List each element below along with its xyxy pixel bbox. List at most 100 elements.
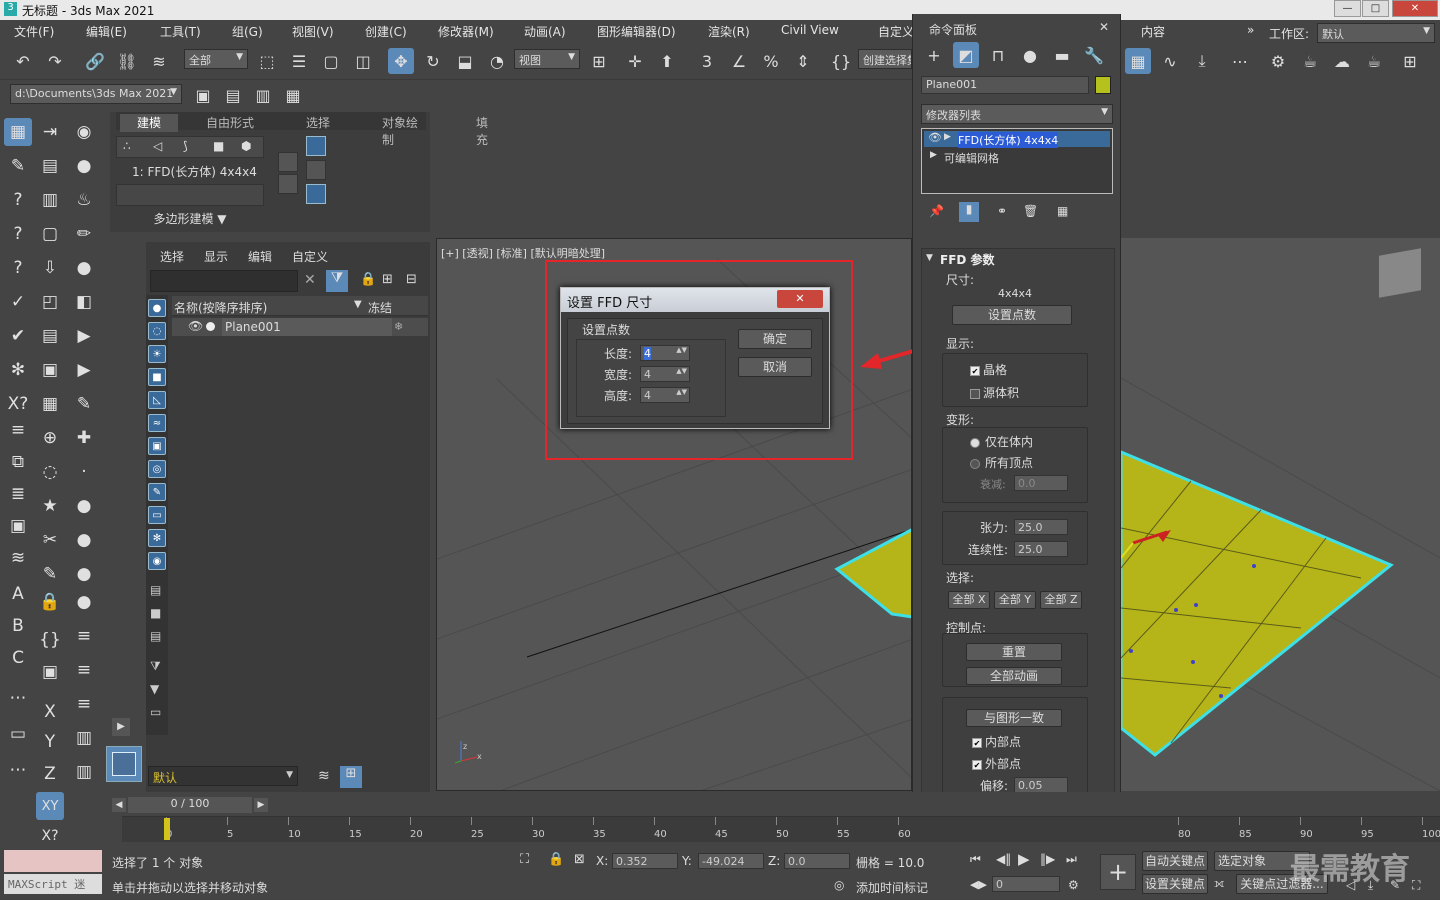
ribbon-icon-c[interactable]	[306, 136, 326, 156]
maxscript-listener[interactable]	[4, 850, 102, 872]
pin-stack-icon[interactable]: 📌	[929, 204, 944, 218]
filter-lights-icon[interactable]: ☀	[148, 345, 166, 363]
menu-modifiers[interactable]: 修改器(M)	[438, 23, 494, 40]
lattice-checkbox[interactable]: ✔ 晶格	[970, 361, 1007, 378]
time-next-icon[interactable]: ▶	[254, 798, 268, 812]
funnel-2-icon[interactable]: ▼	[150, 682, 159, 696]
time-ruler[interactable]: 05101520253035404550556080859095100	[122, 816, 1440, 842]
toolbar-icon-m[interactable]: ▦	[36, 390, 64, 418]
toolbar-icon-o[interactable]: ⊕	[36, 424, 64, 452]
menu-views[interactable]: 视图(V)	[292, 23, 334, 40]
length-input[interactable]: 4 ▲▼	[640, 345, 690, 361]
menu-tools[interactable]: 工具(T)	[160, 23, 201, 40]
viewport-nav-icon-c[interactable]: ✎	[1390, 878, 1400, 892]
stack-expand-icon[interactable]: ▶	[944, 132, 951, 142]
cancel-button[interactable]: 取消	[738, 357, 812, 377]
eye-icon[interactable]: 👁	[188, 319, 203, 333]
spinner-snap-icon[interactable]: ⇕	[790, 48, 816, 74]
menu-file[interactable]: 文件(F)	[14, 23, 54, 40]
filter-frozen-icon[interactable]: ✻	[148, 529, 166, 547]
redo-icon[interactable]: ↷	[42, 48, 68, 74]
text-c-icon[interactable]: C	[4, 644, 32, 672]
vertex-icon[interactable]: ∴	[123, 139, 131, 153]
chevron-right-icon[interactable]: »	[1247, 23, 1254, 37]
toolbar-icon-s[interactable]: ★	[36, 492, 64, 520]
layers-icon-se[interactable]: ⊟	[406, 272, 417, 287]
stack-eye-icon[interactable]: 👁	[928, 131, 942, 144]
project-new-icon[interactable]: ▥	[250, 82, 276, 108]
ribbon-icon-d[interactable]	[306, 160, 326, 180]
viewport-layout-icon[interactable]	[106, 746, 142, 782]
ribbon-tab-modeling[interactable]: 建模	[120, 114, 178, 132]
scene-explorer-icon[interactable]: ▦	[1125, 48, 1151, 74]
toolbar-icon-ab[interactable]: ≡	[70, 656, 98, 684]
help-icon[interactable]: ?	[4, 186, 32, 214]
height-input[interactable]: 4 ▲▼	[640, 387, 690, 403]
stack-expand-icon-2[interactable]: ▶	[930, 150, 937, 160]
toolbar-icon-h[interactable]: ◰	[36, 288, 64, 316]
poly-modeling-dropdown[interactable]: 多边形建模 ▼	[116, 210, 264, 228]
render-setup-icon[interactable]: ☕	[1297, 48, 1323, 74]
toolbar-icon-g[interactable]: ⇩	[36, 254, 64, 282]
braces-icon[interactable]: {}	[36, 626, 64, 654]
polygon-icon[interactable]: ■	[213, 139, 224, 153]
menu-rendering[interactable]: 渲染(R)	[708, 23, 750, 40]
toolbar-icon-y[interactable]: ●	[70, 588, 98, 616]
menu-graph-editors[interactable]: 图形编辑器(D)	[597, 23, 676, 40]
toolbar-icon-t[interactable]: ●	[70, 492, 98, 520]
layer-explorer-icon[interactable]: ≋	[318, 768, 330, 784]
play-icon[interactable]: ▶	[70, 322, 98, 350]
toolbar-icon-aa[interactable]: ▣	[36, 658, 64, 686]
filter-icon[interactable]: ⧩	[326, 270, 348, 292]
menu-animation[interactable]: 动画(A)	[524, 23, 566, 40]
rollout-collapse-icon[interactable]: ▼	[926, 253, 933, 263]
goto-start-icon[interactable]: ⏮	[970, 852, 981, 867]
toolbar-icon-l[interactable]: ▶	[70, 356, 98, 384]
width-input[interactable]: 4 ▲▼	[640, 366, 690, 382]
stack-item-mesh[interactable]: ▶ 可编辑网格	[924, 149, 1110, 165]
layer-dropdown[interactable]: 默认 ▼	[148, 766, 298, 786]
menu-civil-view[interactable]: Civil View	[781, 23, 839, 37]
menu-content[interactable]: 内容	[1141, 23, 1165, 40]
project-folder-icon[interactable]: ▣	[190, 82, 216, 108]
x-coordinate[interactable]: 0.352	[612, 853, 678, 869]
selection-filter-dropdown[interactable]: 全部 ▼	[184, 49, 248, 69]
key-filter-icon[interactable]: ⟗	[1214, 876, 1225, 891]
named-selection-dropdown[interactable]: 创建选择集	[858, 49, 912, 69]
toolbar-icon-a[interactable]: ⇥	[36, 118, 64, 146]
auto-key-button[interactable]: 自动关键点	[1142, 851, 1208, 871]
rendered-frame-icon[interactable]: ☁	[1329, 48, 1355, 74]
isolate-icon[interactable]: ⛶	[520, 852, 529, 867]
filter-containers-icon[interactable]: ▭	[148, 506, 166, 524]
axis-z-icon[interactable]: Z	[36, 760, 64, 788]
select-place-icon[interactable]: ◔	[484, 48, 510, 74]
unlink-icon[interactable]: ⛓	[114, 48, 140, 74]
link-icon[interactable]: 🔗	[82, 48, 108, 74]
perspective-viewport-right[interactable]	[1121, 238, 1440, 791]
maxscript-input[interactable]: MAXScript 迷	[4, 874, 102, 894]
select-all-y-button[interactable]: 全部 Y	[994, 591, 1036, 609]
prev-frame-icon[interactable]: ◀‖	[996, 852, 1011, 866]
next-frame-icon[interactable]: ‖▶	[1040, 852, 1055, 866]
z-coordinate[interactable]: 0.0	[784, 853, 850, 869]
dialog-close-button[interactable]: ✕	[777, 290, 823, 308]
play-animation-icon[interactable]: ▶	[1018, 850, 1030, 868]
se-search-input[interactable]	[150, 270, 298, 292]
filter-cameras-icon[interactable]: ■	[148, 368, 166, 386]
snap-toggle-icon[interactable]: 3	[694, 48, 720, 74]
axis-y-icon[interactable]: Y	[36, 728, 64, 756]
paint-icon[interactable]: ✏	[70, 220, 98, 248]
se-menu-customize[interactable]: 自定义	[292, 248, 328, 265]
percent-snap-icon[interactable]: %	[758, 48, 784, 74]
funnel-icon[interactable]: ⧩	[150, 659, 161, 674]
project-path-dropdown[interactable]: d:\Documents\3ds Max 2021 ▼	[10, 84, 182, 104]
select-icon[interactable]: ✔	[4, 322, 32, 350]
object-color-swatch[interactable]	[1095, 76, 1111, 94]
folder-icon[interactable]: ▭	[150, 705, 161, 719]
sort-desc-icon[interactable]: ▼	[354, 299, 362, 310]
filter-groups-icon[interactable]: ▣	[148, 437, 166, 455]
utilities-tab-icon[interactable]: 🔧	[1081, 42, 1107, 68]
hierarchy-tab-icon[interactable]: ⊓	[985, 42, 1011, 68]
absolute-mode-icon[interactable]: ⊠	[574, 852, 585, 867]
select-all-z-button[interactable]: 全部 Z	[1040, 591, 1082, 609]
